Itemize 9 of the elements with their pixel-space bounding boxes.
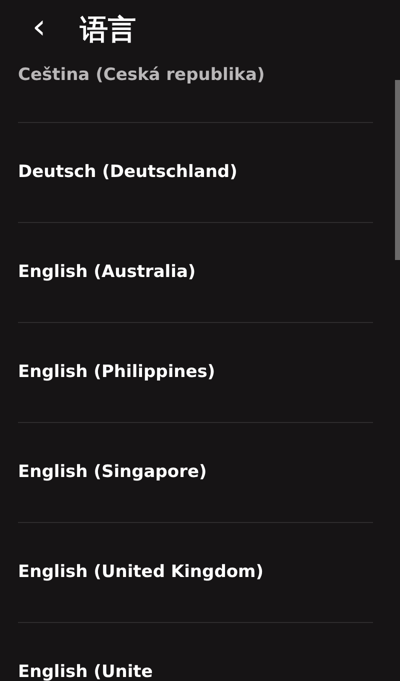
language-option[interactable]: Ceština (Ceská republika) (18, 63, 265, 88)
page-title: 语言 (80, 12, 136, 48)
language-option[interactable]: English (Singapore) (18, 460, 207, 486)
back-button[interactable]: ‹ (24, 10, 54, 44)
language-option[interactable]: English (United Kingdom) (18, 560, 264, 586)
language-option[interactable]: English (Australia) (18, 260, 196, 286)
language-option[interactable]: English (Philippines) (18, 360, 216, 386)
language-option[interactable]: Deutsch (Deutschland) (18, 160, 238, 186)
language-option[interactable]: English (Unite (18, 660, 153, 681)
